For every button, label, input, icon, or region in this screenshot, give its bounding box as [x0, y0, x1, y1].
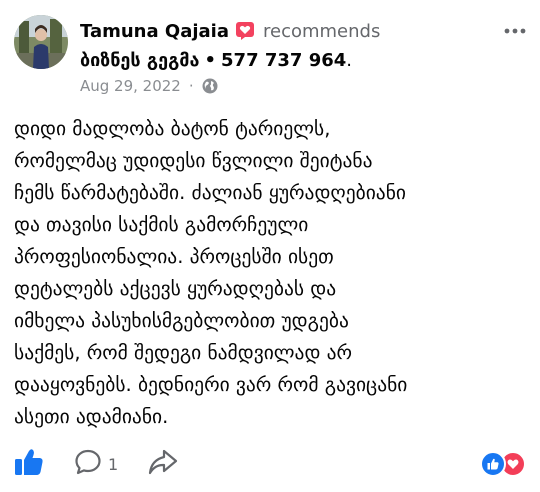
recommendation-post: Tamuna Qajaia recommends ბიზნეს გეგმა • … [0, 0, 540, 492]
meta-dot: · [188, 77, 194, 95]
body-line: ასეთი ადამიანი. [14, 405, 169, 428]
body-line: იმხელა პასუხისმგებლობით უდგება [14, 309, 349, 332]
post-body: დიდი მადლობა ბატონ ტარიელს, რომელმაც უდი… [14, 113, 532, 433]
body-line: და თავისი საქმის გამორჩეული [14, 213, 309, 236]
post-meta: Aug 29, 2022 · [80, 74, 530, 98]
bullet-separator: • [204, 49, 217, 71]
like-reaction-icon [480, 451, 506, 477]
comment-count: 1 [108, 454, 119, 474]
author-line: Tamuna Qajaia recommends [80, 16, 530, 46]
recommend-icon [235, 21, 255, 41]
body-line: პროფესიონალია. პროცესში ისეთ [14, 245, 334, 268]
action-bar: 1 [0, 444, 540, 484]
page-name-link[interactable]: ბიზნეს გეგმა [80, 50, 200, 71]
thumbs-up-icon [14, 448, 44, 480]
page-period: . [346, 49, 353, 71]
body-line: რომელმაც უდიდესი წვლილი შეიტანა [14, 149, 373, 172]
share-button[interactable] [148, 448, 178, 480]
share-icon [148, 448, 178, 480]
body-line: დააყოვნებს. ბედნიერი ვარ რომ გავიცანი [14, 373, 408, 396]
reactions-summary[interactable] [480, 451, 526, 477]
body-line: საქმეს, რომ შედეგი ნამდვილად არ [14, 341, 353, 364]
more-options-icon[interactable] [500, 16, 530, 46]
body-line: დიდი მადლობა ბატონ ტარიელს, [14, 117, 331, 140]
comment-button[interactable]: 1 [74, 448, 118, 480]
comment-icon [74, 448, 102, 480]
author-avatar[interactable] [14, 15, 68, 69]
post-header: Tamuna Qajaia recommends ბიზნეს გეგმა • … [80, 16, 530, 98]
recommends-label: recommends [262, 20, 381, 42]
page-line: ბიზნეს გეგმა • 577 737 964 . [80, 46, 530, 74]
post-date[interactable]: Aug 29, 2022 [80, 77, 181, 95]
like-button[interactable] [14, 448, 44, 480]
author-name[interactable]: Tamuna Qajaia [80, 21, 229, 42]
body-line: დეტალებს აქცევს ყურადღებას და [14, 277, 337, 300]
globe-icon [202, 78, 218, 94]
body-line: ჩემს წარმატებაში. ძალიან ყურადღებიანი [14, 181, 406, 204]
page-phone[interactable]: 577 737 964 [221, 50, 346, 71]
